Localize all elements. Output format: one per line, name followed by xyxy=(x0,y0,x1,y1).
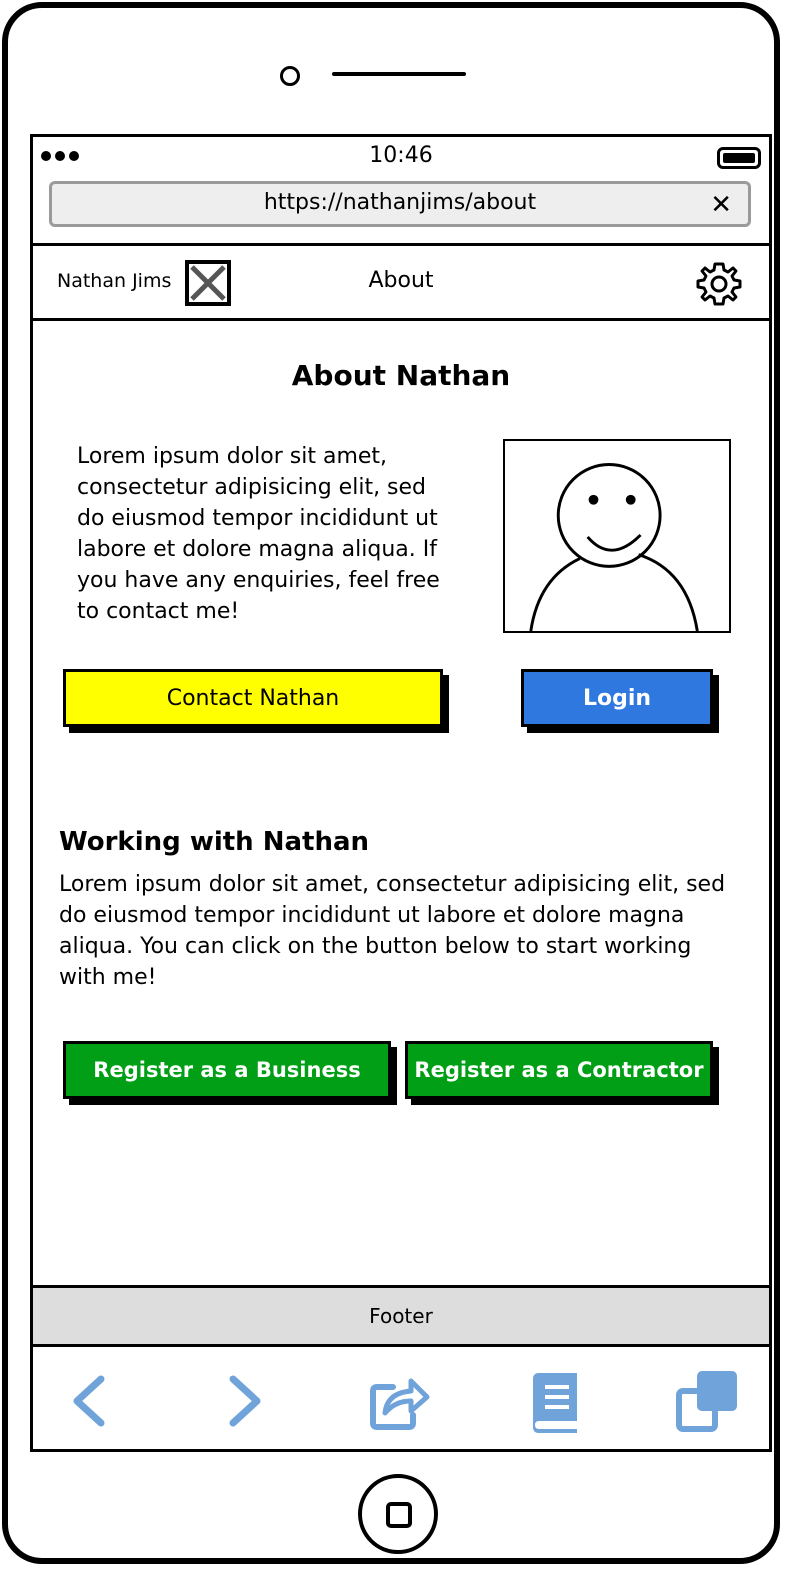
working-text: Lorem ipsum dolor sit amet, consectetur … xyxy=(59,872,726,990)
status-time: 10:46 xyxy=(369,143,433,168)
working-title: Working with Nathan xyxy=(59,827,370,857)
status-bar: 10:46 xyxy=(33,137,769,177)
address-url[interactable]: https://nathanjims/about xyxy=(52,190,748,215)
bookmarks-icon[interactable] xyxy=(523,1369,587,1433)
login-button[interactable]: Login xyxy=(521,669,713,727)
page-title: About xyxy=(368,268,434,293)
home-button[interactable] xyxy=(358,1474,438,1554)
footer-label: Footer xyxy=(369,1304,433,1328)
browser-toolbar xyxy=(33,1347,769,1449)
phone-frame: 10:46 https://nathanjims/about ✕ Nathan … xyxy=(2,2,780,1564)
share-icon[interactable] xyxy=(367,1369,431,1433)
register-business-button[interactable]: Register as a Business xyxy=(63,1041,391,1099)
forward-arrow-icon[interactable] xyxy=(213,1369,277,1433)
back-arrow-icon[interactable] xyxy=(57,1369,121,1433)
app-header: Nathan Jims About xyxy=(33,243,769,321)
about-text: Lorem ipsum dolor sit amet, consectetur … xyxy=(77,444,440,624)
gear-icon[interactable] xyxy=(695,260,743,308)
footer: Footer xyxy=(33,1285,769,1347)
phone-screen: 10:46 https://nathanjims/about ✕ Nathan … xyxy=(30,134,772,1452)
home-square-icon xyxy=(386,1502,412,1528)
contact-button[interactable]: Contact Nathan xyxy=(63,669,443,727)
register-contractor-button[interactable]: Register as a Contractor xyxy=(405,1041,713,1099)
close-icon[interactable]: ✕ xyxy=(710,190,732,220)
tabs-icon[interactable] xyxy=(675,1369,739,1433)
speaker-grille xyxy=(332,72,466,76)
address-bar[interactable]: https://nathanjims/about ✕ xyxy=(49,181,751,227)
battery-icon xyxy=(717,147,761,169)
avatar-image xyxy=(503,439,731,633)
camera-icon xyxy=(280,66,300,86)
about-title: About Nathan xyxy=(291,359,511,392)
